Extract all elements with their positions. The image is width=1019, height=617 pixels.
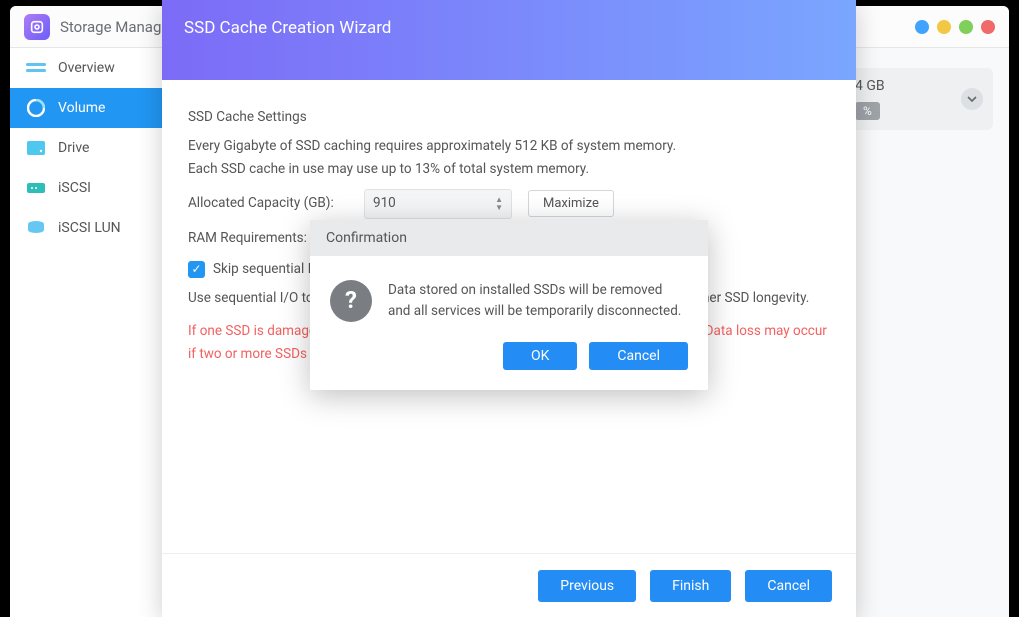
- drive-icon: [26, 141, 46, 155]
- window-help-icon[interactable]: [959, 20, 973, 34]
- finish-button[interactable]: Finish: [650, 570, 731, 602]
- spinner-icon[interactable]: ▲▼: [495, 196, 503, 212]
- checkbox-checked-icon: ✓: [188, 261, 205, 278]
- ok-button[interactable]: OK: [503, 342, 577, 370]
- window-max-icon[interactable]: [937, 20, 951, 34]
- percent-badge: %: [855, 102, 880, 120]
- lun-icon: [26, 221, 46, 235]
- settings-desc2: Each SSD cache in use may use up to 13% …: [188, 158, 830, 181]
- sidebar-item-label: iSCSI: [58, 180, 91, 196]
- sidebar-item-label: iSCSI LUN: [58, 220, 121, 236]
- volume-icon: [26, 101, 46, 115]
- sidebar-item-label: Volume: [58, 100, 105, 116]
- previous-button[interactable]: Previous: [538, 570, 636, 602]
- maximize-button[interactable]: Maximize: [528, 190, 614, 217]
- sidebar: Overview Volume Drive iSCSI iSCSI LUN: [10, 48, 168, 617]
- dialog-title: Confirmation: [310, 220, 708, 256]
- sidebar-item-drive[interactable]: Drive: [10, 128, 167, 168]
- settings-heading: SSD Cache Settings: [188, 106, 830, 129]
- wizard-footer: Previous Finish Cancel: [162, 553, 856, 617]
- question-icon: ?: [330, 280, 372, 322]
- window-close-icon[interactable]: [981, 20, 995, 34]
- settings-desc1: Every Gigabyte of SSD caching requires a…: [188, 135, 830, 158]
- iscsi-icon: [26, 181, 46, 195]
- sidebar-item-label: Overview: [58, 60, 115, 76]
- dialog-cancel-button[interactable]: Cancel: [589, 342, 688, 370]
- volume-info-card[interactable]: 4 GB %: [843, 68, 993, 130]
- sidebar-item-iscsi[interactable]: iSCSI: [10, 168, 167, 208]
- window-controls: [915, 20, 995, 34]
- capacity-value: 910: [373, 192, 396, 215]
- dialog-message: Data stored on installed SSDs will be re…: [388, 280, 688, 322]
- dialog-body: ? Data stored on installed SSDs will be …: [310, 256, 708, 332]
- window-min-icon[interactable]: [915, 20, 929, 34]
- capacity-row: Allocated Capacity (GB): 910 ▲▼ Maximize: [188, 189, 830, 219]
- sidebar-item-iscsi-lun[interactable]: iSCSI LUN: [10, 208, 167, 248]
- capacity-label: Allocated Capacity (GB):: [188, 192, 348, 215]
- confirmation-dialog: Confirmation ? Data stored on installed …: [310, 220, 708, 390]
- wizard-title: SSD Cache Creation Wizard: [162, 0, 856, 80]
- sidebar-item-label: Drive: [58, 140, 89, 156]
- overview-icon: [26, 61, 46, 75]
- chevron-down-icon[interactable]: [961, 88, 983, 110]
- capacity-input[interactable]: 910 ▲▼: [364, 189, 512, 219]
- cancel-button[interactable]: Cancel: [745, 570, 832, 602]
- dialog-footer: OK Cancel: [310, 332, 708, 390]
- sidebar-item-volume[interactable]: Volume: [10, 88, 167, 128]
- sidebar-item-overview[interactable]: Overview: [10, 48, 167, 88]
- app-icon: [24, 14, 50, 40]
